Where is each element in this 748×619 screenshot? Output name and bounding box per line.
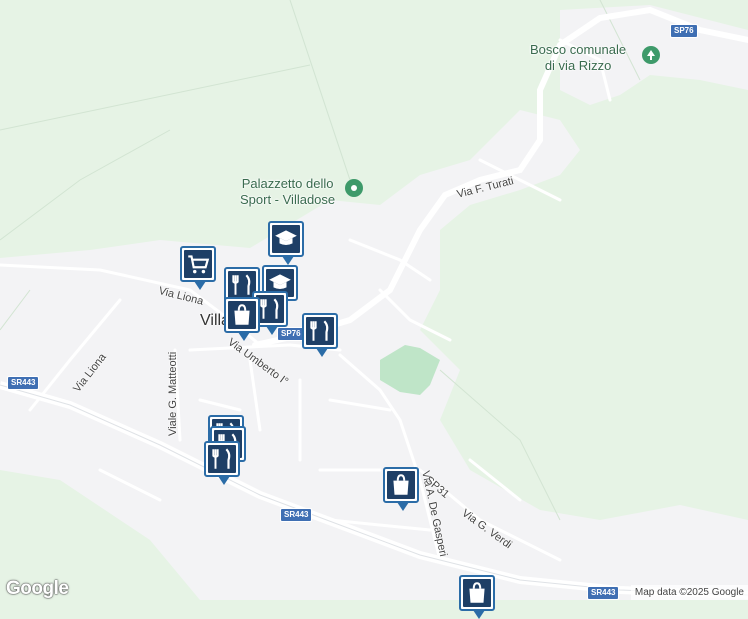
map-marker-supermarket[interactable]: [180, 246, 216, 290]
restaurant-icon: [212, 448, 231, 469]
road-label-viale-matteotti: Viale G. Matteotti: [167, 351, 179, 436]
restaurant-icon: [310, 320, 329, 341]
shield-sr443: SR443: [587, 586, 620, 600]
shopping-bag-icon: [469, 582, 485, 603]
google-logo[interactable]: Google: [6, 578, 69, 600]
shield-sr443: SR443: [7, 376, 40, 390]
shield-sp76: SP76: [277, 327, 305, 341]
map-canvas[interactable]: [0, 0, 748, 600]
landmark-icon[interactable]: [345, 179, 363, 197]
poi-bosco-comunale[interactable]: Bosco comunale di via Rizzo: [530, 42, 626, 74]
map-attribution[interactable]: Map data ©2025 Google: [630, 585, 748, 600]
map-marker-restaurant[interactable]: [302, 313, 338, 357]
graduation-cap-icon: [275, 230, 297, 245]
poi-palazzetto[interactable]: Palazzetto dello Sport - Villadose: [240, 176, 335, 208]
map-marker-shop[interactable]: [224, 297, 260, 341]
tree-icon[interactable]: [642, 46, 660, 64]
map-marker-restaurant[interactable]: [204, 441, 240, 485]
shopping-cart-icon: [188, 255, 210, 274]
restaurant-icon: [260, 298, 279, 319]
map-marker-school[interactable]: [268, 221, 304, 265]
map-marker-shop[interactable]: [459, 575, 495, 619]
poi-palazzetto-line2: Sport - Villadose: [240, 192, 336, 207]
shield-sr443: SR443: [280, 508, 313, 522]
poi-bosco-line1: Bosco comunale: [530, 42, 627, 57]
shopping-bag-icon: [393, 474, 409, 495]
poi-bosco-line2: di via Rizzo: [544, 58, 612, 73]
poi-palazzetto-line1: Palazzetto dello: [241, 176, 334, 191]
shopping-bag-icon: [234, 304, 250, 325]
shield-sp76: SP76: [670, 24, 698, 38]
map-marker-shop[interactable]: [383, 467, 419, 511]
